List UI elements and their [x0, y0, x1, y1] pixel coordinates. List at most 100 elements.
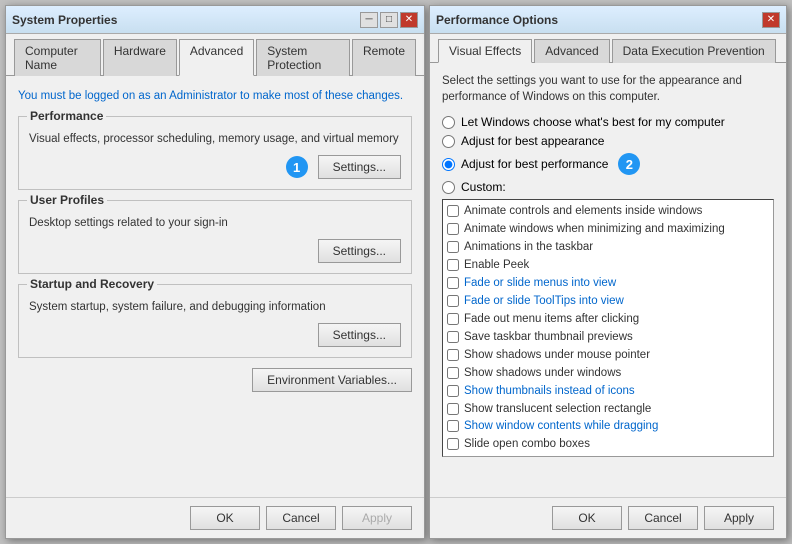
tab-system-protection[interactable]: System Protection [256, 39, 350, 76]
ok-button-right[interactable]: OK [552, 506, 622, 530]
title-right: Performance Options [436, 13, 558, 27]
check-item-label-4: Fade or slide menus into view [464, 276, 616, 291]
check-item-input-8[interactable] [447, 349, 459, 361]
left-content: You must be logged on as an Administrato… [6, 76, 424, 497]
close-button-left[interactable]: ✕ [400, 12, 418, 28]
radio-custom-input[interactable] [442, 181, 455, 194]
tab-computer-name[interactable]: Computer Name [14, 39, 101, 76]
check-item-label-5: Fade or slide ToolTips into view [464, 294, 624, 309]
startup-recovery-settings-button[interactable]: Settings... [318, 323, 401, 347]
radio-best-performance-label: Adjust for best performance [461, 157, 608, 171]
checklist-box: Animate controls and elements inside win… [442, 199, 774, 457]
startup-recovery-desc: System startup, system failure, and debu… [29, 299, 401, 315]
minimize-button-left[interactable]: ─ [360, 12, 378, 28]
radio-windows-best-input[interactable] [442, 116, 455, 129]
check-item-input-2[interactable] [447, 241, 459, 253]
perf-tab-advanced[interactable]: Advanced [534, 39, 609, 63]
check-item: Fade or slide menus into view [447, 276, 769, 291]
window-controls-left: ─ □ ✕ [360, 12, 418, 28]
check-item-label-3: Enable Peek [464, 258, 529, 273]
radio-best-performance-input[interactable] [442, 158, 455, 171]
radio-best-appearance: Adjust for best appearance [442, 134, 774, 148]
check-item-label-9: Show shadows under windows [464, 366, 621, 381]
user-profiles-title: User Profiles [27, 193, 107, 207]
check-item: Smooth edges of screen fonts [447, 455, 769, 457]
check-item-input-7[interactable] [447, 331, 459, 343]
perf-content: Select the settings you want to use for … [430, 63, 786, 497]
check-item-input-11[interactable] [447, 403, 459, 415]
environment-variables-button[interactable]: Environment Variables... [252, 368, 412, 392]
check-item-input-14[interactable] [447, 456, 459, 457]
check-item-input-1[interactable] [447, 223, 459, 235]
startup-recovery-section: Startup and Recovery System startup, sys… [18, 284, 412, 358]
check-item-input-13[interactable] [447, 438, 459, 450]
performance-section: Performance Visual effects, processor sc… [18, 116, 412, 190]
annotation-1: 1 [286, 156, 308, 178]
check-item: Animate controls and elements inside win… [447, 204, 769, 219]
title-left: System Properties [12, 13, 117, 27]
check-item: Show shadows under windows [447, 366, 769, 381]
cancel-button-left[interactable]: Cancel [266, 506, 336, 530]
check-item: Slide open combo boxes [447, 437, 769, 452]
check-item-label-11: Show translucent selection rectangle [464, 402, 651, 417]
performance-settings-row: 1 Settings... [29, 155, 401, 179]
system-properties-window: System Properties ─ □ ✕ Computer Name Ha… [5, 5, 425, 539]
performance-options-window: Performance Options ✕ Visual Effects Adv… [429, 5, 787, 539]
perf-tab-visual-effects[interactable]: Visual Effects [438, 39, 532, 63]
check-item: Show window contents while dragging [447, 419, 769, 434]
check-item-input-6[interactable] [447, 313, 459, 325]
performance-title: Performance [27, 109, 106, 123]
user-profiles-settings-button[interactable]: Settings... [318, 239, 401, 263]
perf-tabs: Visual Effects Advanced Data Execution P… [430, 34, 786, 63]
bottom-buttons-left: OK Cancel Apply [6, 497, 424, 538]
tab-remote[interactable]: Remote [352, 39, 416, 76]
check-item: Fade or slide ToolTips into view [447, 294, 769, 309]
user-profiles-desc: Desktop settings related to your sign-in [29, 215, 401, 231]
check-item: Show shadows under mouse pointer [447, 348, 769, 363]
perf-tab-dep[interactable]: Data Execution Prevention [612, 39, 776, 63]
title-bar-right: Performance Options ✕ [430, 6, 786, 34]
check-item-input-9[interactable] [447, 367, 459, 379]
performance-settings-button[interactable]: Settings... [318, 155, 401, 179]
title-bar-left: System Properties ─ □ ✕ [6, 6, 424, 34]
check-item-label-13: Slide open combo boxes [464, 437, 590, 452]
annotation-2: 2 [618, 153, 640, 175]
check-item: Save taskbar thumbnail previews [447, 330, 769, 345]
radio-best-appearance-input[interactable] [442, 135, 455, 148]
radio-best-performance: Adjust for best performance 2 [442, 153, 774, 175]
tab-advanced[interactable]: Advanced [179, 39, 254, 76]
check-item-label-7: Save taskbar thumbnail previews [464, 330, 633, 345]
window-controls-right: ✕ [762, 12, 780, 28]
user-profiles-section: User Profiles Desktop settings related t… [18, 200, 412, 274]
radio-best-appearance-label: Adjust for best appearance [461, 134, 604, 148]
check-item-input-10[interactable] [447, 385, 459, 397]
check-item-input-3[interactable] [447, 259, 459, 271]
check-item-label-12: Show window contents while dragging [464, 419, 658, 434]
check-item: Fade out menu items after clicking [447, 312, 769, 327]
check-item-input-5[interactable] [447, 295, 459, 307]
check-item: Enable Peek [447, 258, 769, 273]
startup-recovery-title: Startup and Recovery [27, 277, 157, 291]
check-item-input-4[interactable] [447, 277, 459, 289]
close-button-right[interactable]: ✕ [762, 12, 780, 28]
radio-windows-best-label: Let Windows choose what's best for my co… [461, 115, 725, 129]
tab-hardware[interactable]: Hardware [103, 39, 177, 76]
startup-recovery-settings-row: Settings... [29, 323, 401, 347]
radio-custom-label: Custom: [461, 180, 506, 194]
performance-desc: Visual effects, processor scheduling, me… [29, 131, 401, 147]
admin-info: You must be logged on as an Administrato… [18, 88, 412, 104]
check-item: Animations in the taskbar [447, 240, 769, 255]
apply-button-left[interactable]: Apply [342, 506, 412, 530]
apply-button-right[interactable]: Apply [704, 506, 774, 530]
cancel-button-right[interactable]: Cancel [628, 506, 698, 530]
check-item-input-12[interactable] [447, 420, 459, 432]
check-item: Show translucent selection rectangle [447, 402, 769, 417]
user-profiles-settings-row: Settings... [29, 239, 401, 263]
check-item-input-0[interactable] [447, 205, 459, 217]
maximize-button-left[interactable]: □ [380, 12, 398, 28]
ok-button-left[interactable]: OK [190, 506, 260, 530]
radio-windows-best: Let Windows choose what's best for my co… [442, 115, 774, 129]
check-item-label-0: Animate controls and elements inside win… [464, 204, 702, 219]
check-item-label-1: Animate windows when minimizing and maxi… [464, 222, 725, 237]
check-item-label-6: Fade out menu items after clicking [464, 312, 639, 327]
